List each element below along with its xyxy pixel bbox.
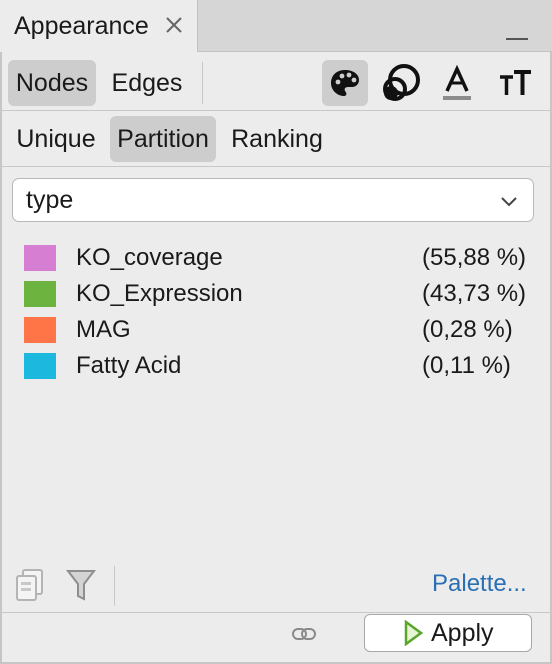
partition-label: KO_coverage <box>76 244 223 271</box>
partition-percent: (55,88 %) <box>422 244 527 271</box>
tab-nodes[interactable]: Nodes <box>8 60 96 106</box>
divider <box>202 62 203 104</box>
tab-nodes-label: Nodes <box>15 68 89 97</box>
apply-label: Apply <box>431 618 494 647</box>
tab-partition-label: Partition <box>117 124 209 153</box>
attribute-select[interactable]: type <box>12 178 534 222</box>
tab-unique-label: Unique <box>16 124 96 153</box>
color-swatch[interactable] <box>24 245 56 271</box>
list-item[interactable]: KO_Expression (43,73 %) <box>24 278 534 310</box>
palette-link[interactable]: Palette... <box>432 570 527 598</box>
minimize-icon[interactable] <box>506 24 530 40</box>
tab-partition[interactable]: Partition <box>110 116 216 162</box>
list-item[interactable]: KO_coverage (55,88 %) <box>24 242 534 274</box>
partition-percent: (43,73 %) <box>422 280 527 307</box>
tab-ranking-label: Ranking <box>231 124 323 153</box>
label-color-icon[interactable] <box>434 60 480 106</box>
list-item[interactable]: Fatty Acid (0,11 %) <box>24 350 534 382</box>
attribute-select-value: type <box>26 185 74 214</box>
apply-button[interactable]: Apply <box>364 614 532 652</box>
tab-edges[interactable]: Edges <box>102 60 192 106</box>
tab-strip: Appearance <box>0 0 552 53</box>
filter-icon[interactable] <box>66 568 96 602</box>
color-swatch[interactable] <box>24 317 56 343</box>
divider <box>2 612 550 613</box>
partition-percent: (0,28 %) <box>422 316 513 343</box>
tab-edges-label: Edges <box>111 68 183 97</box>
tab-ranking[interactable]: Ranking <box>222 116 332 162</box>
label-size-icon[interactable] <box>492 60 538 106</box>
color-swatch[interactable] <box>24 281 56 307</box>
tab-unique[interactable]: Unique <box>8 116 104 162</box>
play-icon <box>404 620 423 646</box>
close-icon[interactable] <box>163 14 185 36</box>
divider <box>114 566 115 606</box>
chevron-down-icon <box>501 197 517 207</box>
palette-icon[interactable] <box>322 60 368 106</box>
copy-icon[interactable] <box>14 568 46 602</box>
node-size-icon[interactable] <box>378 60 424 106</box>
link-icon[interactable] <box>292 626 316 642</box>
partition-label: MAG <box>76 316 131 343</box>
list-item[interactable]: MAG (0,28 %) <box>24 314 534 346</box>
partition-label: Fatty Acid <box>76 352 182 379</box>
tab-appearance[interactable]: Appearance <box>0 0 198 53</box>
divider <box>2 166 550 167</box>
tab-title: Appearance <box>14 12 149 40</box>
divider <box>2 110 550 111</box>
partition-label: KO_Expression <box>76 280 243 307</box>
color-swatch[interactable] <box>24 353 56 379</box>
partition-percent: (0,11 %) <box>422 352 511 379</box>
